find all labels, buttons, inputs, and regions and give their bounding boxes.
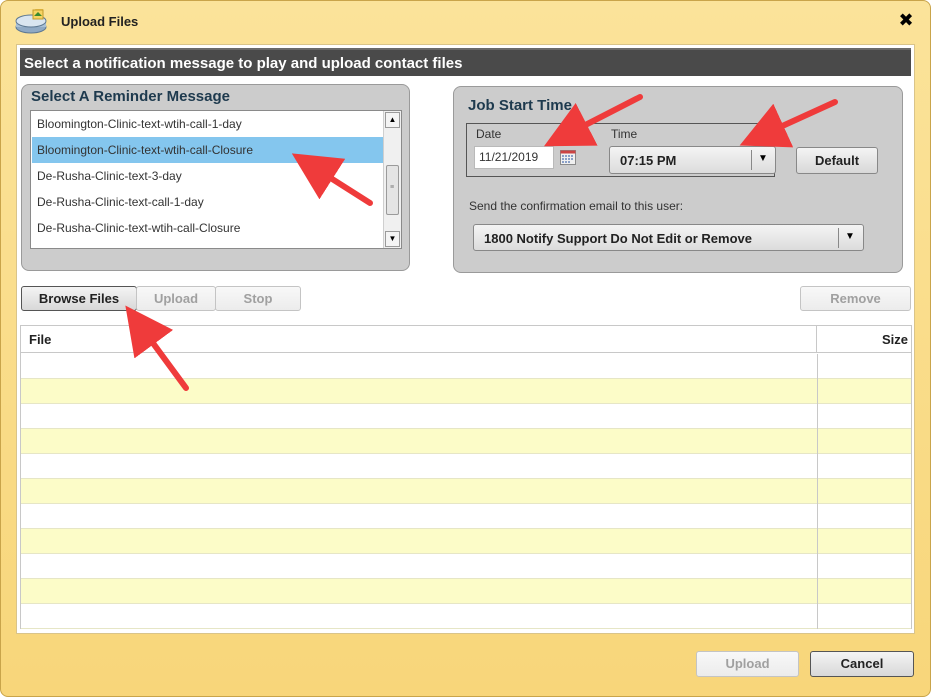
date-label: Date	[476, 127, 502, 141]
title-bar: Upload Files ✖	[1, 1, 930, 41]
time-label: Time	[611, 127, 638, 141]
job-panel-title: Job Start Time	[468, 97, 572, 114]
table-row	[21, 454, 911, 479]
scroll-up-icon[interactable]: ▲	[385, 112, 400, 128]
list-item[interactable]: De-Rusha-Clinic-text-call-1-day	[32, 189, 383, 215]
upload-toolbar-button[interactable]: Upload	[136, 286, 216, 311]
table-row	[21, 404, 911, 429]
table-row	[21, 504, 911, 529]
upload-files-dialog: Upload Files ✖ Select a notification mes…	[0, 0, 931, 697]
email-user-dropdown[interactable]: 1800 Notify Support Do Not Edit or Remov…	[473, 224, 864, 251]
reminder-panel-title: Select A Reminder Message	[31, 88, 230, 105]
table-row	[21, 429, 911, 454]
list-item[interactable]: De-Rusha-Clinic-text-wtih-call-Closure	[32, 215, 383, 241]
upload-button[interactable]: Upload	[696, 651, 799, 677]
email-user-value: 1800 Notify Support Do Not Edit or Remov…	[484, 231, 752, 246]
time-dropdown[interactable]: 07:15 PM ▼	[609, 146, 776, 174]
dropdown-separator	[838, 228, 839, 248]
window-title: Upload Files	[61, 14, 139, 29]
calendar-icon[interactable]	[560, 150, 576, 165]
email-user-label: Send the confirmation email to this user…	[469, 199, 684, 213]
grip-icon: ≡	[390, 184, 395, 191]
table-row	[21, 554, 911, 579]
default-button[interactable]: Default	[796, 147, 878, 174]
browse-files-button[interactable]: Browse Files	[21, 286, 137, 311]
reminder-message-panel: Select A Reminder Message Bloomington-Cl…	[21, 84, 410, 271]
dialog-content: Select a notification message to play an…	[16, 44, 915, 634]
date-time-group: Date 11/21/2019 Time 07:15 PM ▼	[466, 123, 776, 177]
instruction-text: Select a notification message to play an…	[24, 55, 463, 72]
job-start-time-panel: Job Start Time Date 11/21/2019 Time 07:1…	[453, 86, 903, 273]
file-table: File Size	[20, 325, 912, 629]
list-scrollbar[interactable]: ▲ ≡ ▼	[383, 111, 401, 248]
instruction-header: Select a notification message to play an…	[20, 48, 911, 76]
scroll-down-icon[interactable]: ▼	[385, 231, 400, 247]
table-row	[21, 354, 911, 379]
reminder-message-list[interactable]: Bloomington-Clinic-text-wtih-call-1-day …	[30, 110, 402, 249]
table-row	[21, 479, 911, 504]
chevron-down-icon[interactable]: ▼	[845, 231, 855, 242]
chevron-down-icon[interactable]: ▼	[758, 153, 768, 164]
stop-button[interactable]: Stop	[215, 286, 301, 311]
column-header-file[interactable]: File	[21, 326, 817, 353]
close-icon[interactable]: ✖	[896, 10, 916, 30]
table-row	[21, 579, 911, 604]
list-item[interactable]: De-Rusha-Clinic-text-3-day	[32, 163, 383, 189]
table-row	[21, 529, 911, 554]
list-item-selected[interactable]: Bloomington-Clinic-text-wtih-call-Closur…	[32, 137, 383, 163]
date-input[interactable]: 11/21/2019	[474, 146, 554, 169]
cancel-button[interactable]: Cancel	[810, 651, 914, 677]
scroll-thumb[interactable]: ≡	[386, 165, 399, 215]
dropdown-separator	[751, 150, 752, 170]
column-header-size[interactable]: Size	[817, 326, 911, 353]
upload-files-icon	[15, 9, 47, 34]
table-row	[21, 604, 911, 629]
time-value: 07:15 PM	[620, 153, 677, 168]
table-row	[21, 379, 911, 404]
remove-button[interactable]: Remove	[800, 286, 911, 311]
list-item[interactable]: Bloomington-Clinic-text-wtih-call-1-day	[32, 111, 383, 137]
